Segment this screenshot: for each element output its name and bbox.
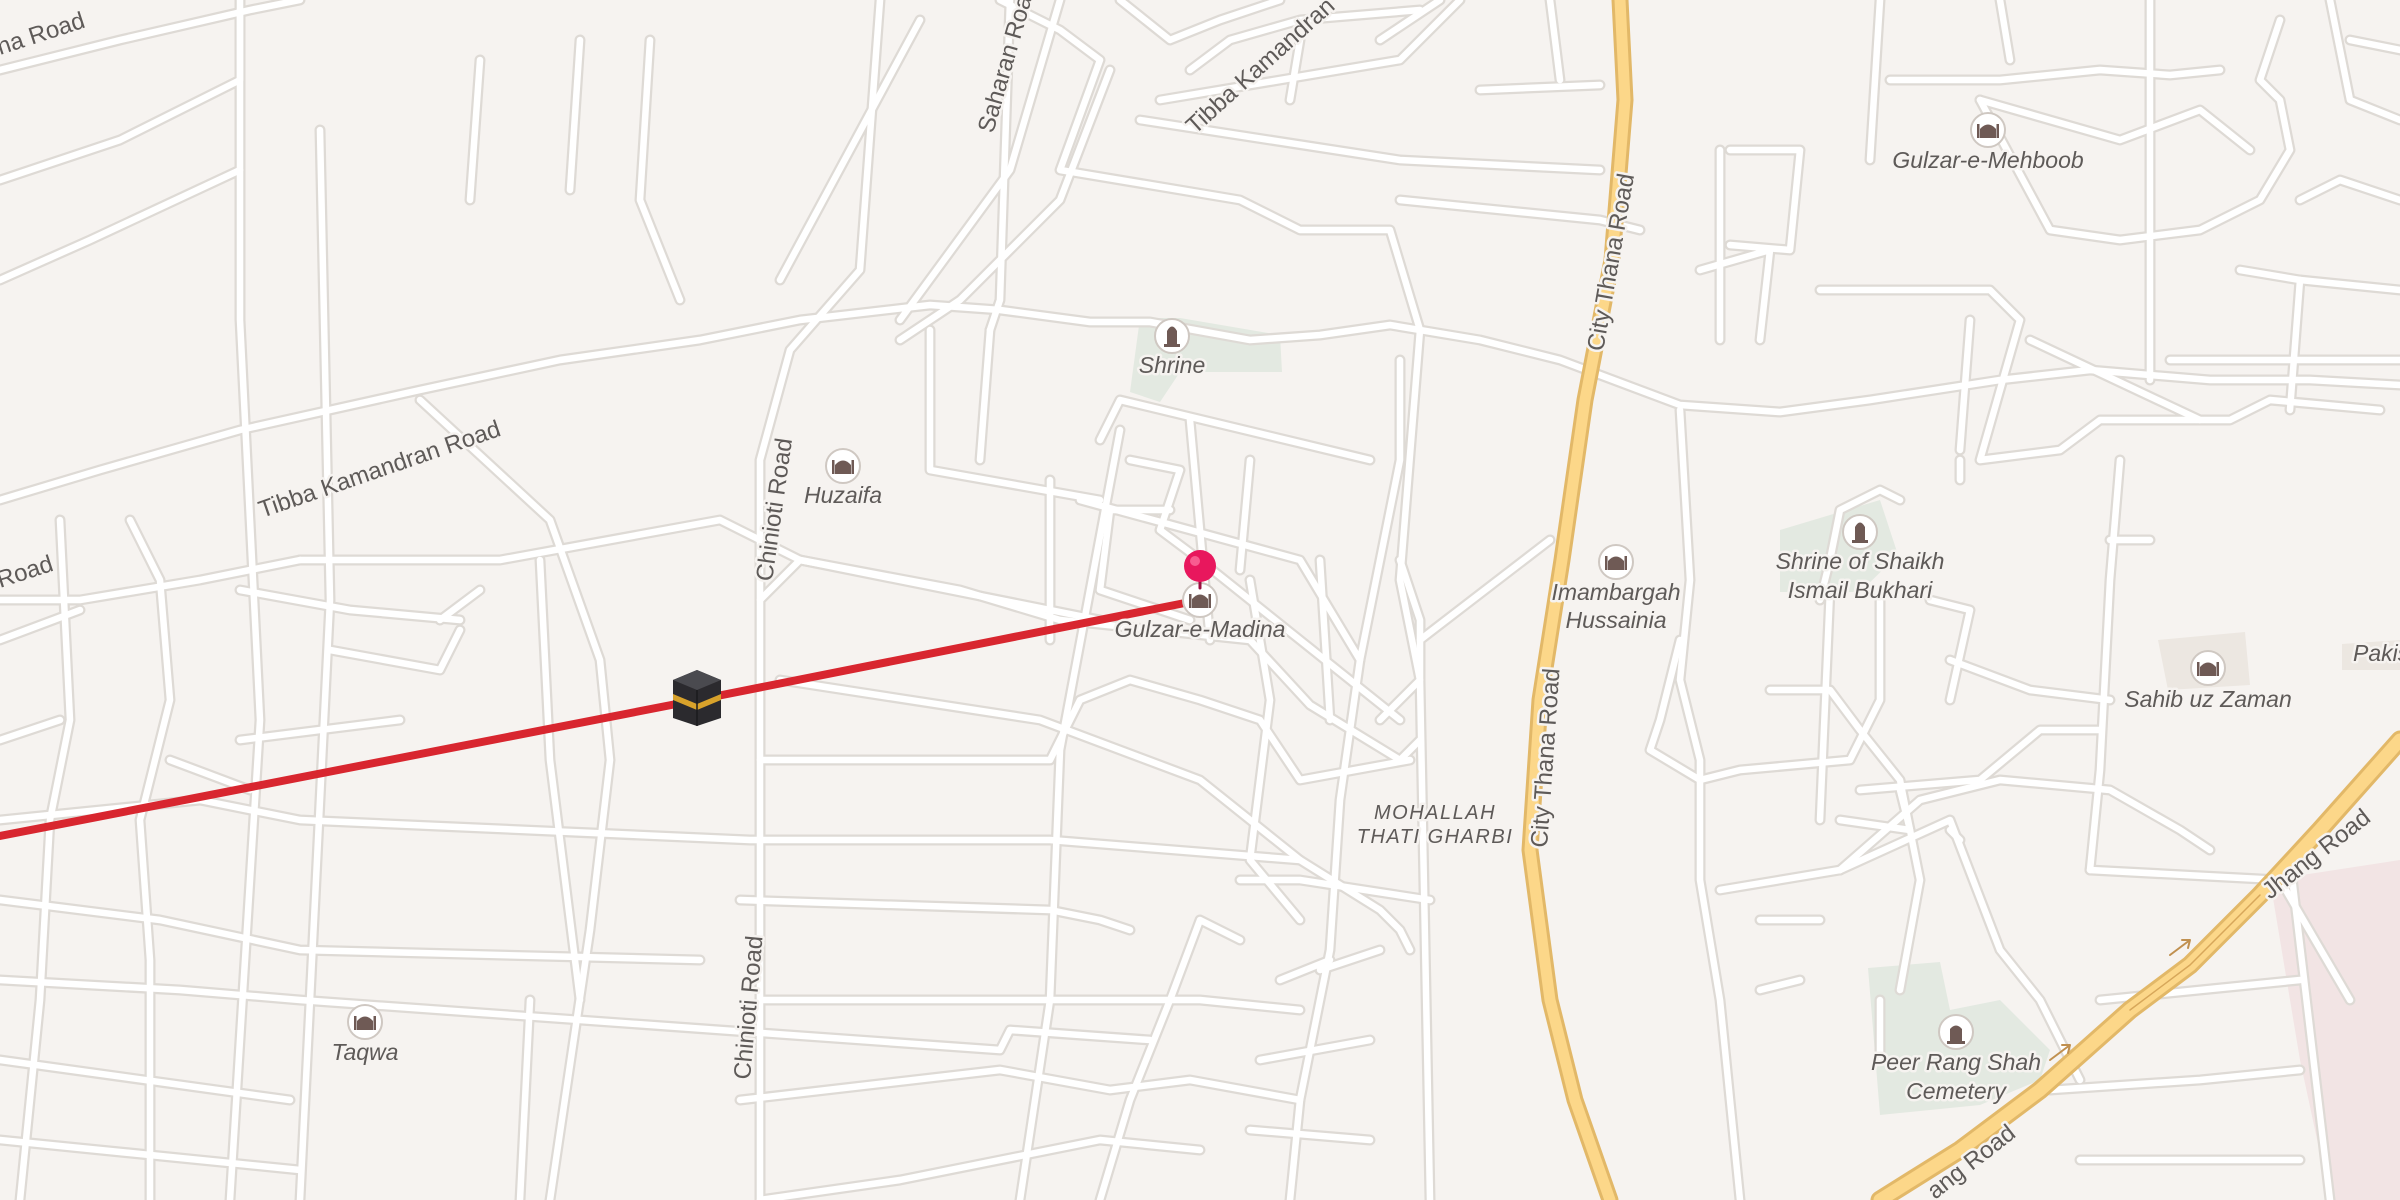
kaaba-icon[interactable] [673,670,721,726]
poi-label: Shrine of Shaikh [1776,548,1945,574]
poi-label: Shrine [1139,352,1205,378]
poi-label: Huzaifa [804,482,882,508]
poi-label: Cemetery [1906,1078,2007,1104]
poi-label: Peer Rang Shah [1871,1049,2041,1075]
poi-label: Ismail Bukhari [1788,577,1933,603]
map-canvas[interactable]: Tibba Kamandran Road Tibba Kamandran Cit… [0,0,2400,1200]
poi-label: Pakis [2353,640,2400,666]
poi-label: Taqwa [332,1039,399,1065]
poi-label: Gulzar-e-Mehboob [1892,147,2084,173]
cemetery-icon [1938,1014,1974,1050]
map-svg[interactable]: Tibba Kamandran Road Tibba Kamandran Cit… [0,0,2400,1200]
poi-label: Imambargah [1551,579,1680,605]
shrine-icon [1842,514,1878,550]
svg-text:MOHALLAH: MOHALLAH [1374,802,1496,824]
svg-text:THATI GHARBI: THATI GHARBI [1357,826,1514,848]
mosque-icon [825,448,861,484]
mosque-icon [2190,650,2226,686]
poi-label: Sahib uz Zaman [2124,686,2291,712]
shrine-icon [1154,318,1190,354]
mosque-icon [1970,112,2006,148]
mosque-icon [347,1004,383,1040]
poi-pakis[interactable]: Pakis [2351,638,2400,669]
mosque-icon [1598,544,1634,580]
poi-label: Gulzar-e-Madina [1115,616,1286,642]
poi-label: Hussainia [1566,607,1667,633]
